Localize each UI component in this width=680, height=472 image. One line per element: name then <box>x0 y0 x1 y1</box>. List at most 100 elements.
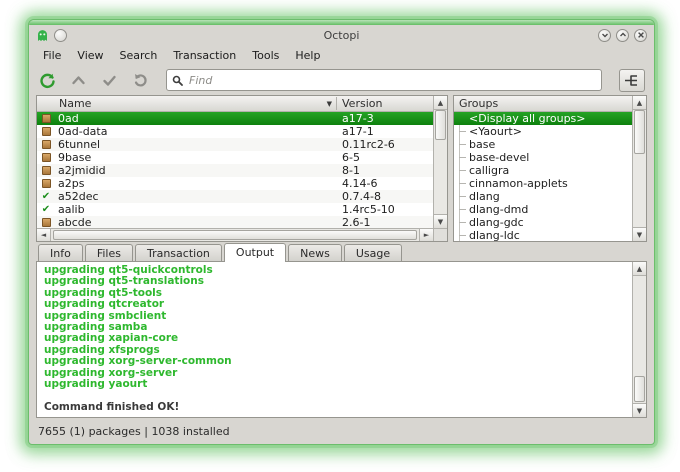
package-status-icon <box>41 140 51 150</box>
tab-news[interactable]: News <box>288 244 342 261</box>
package-name: abcde <box>58 216 337 228</box>
group-item[interactable]: dlang-dmd <box>454 203 632 216</box>
installed-check-icon: ✔ <box>41 192 51 202</box>
table-vertical-scrollbar[interactable]: ▲ ▼ <box>433 96 447 228</box>
group-item[interactable]: cinnamon-applets <box>454 177 632 190</box>
group-item[interactable]: base <box>454 138 632 151</box>
group-item[interactable]: dlang <box>454 190 632 203</box>
menu-item-search[interactable]: Search <box>112 47 166 64</box>
find-input[interactable] <box>187 73 596 88</box>
scrollbar-thumb[interactable] <box>435 110 446 140</box>
table-row[interactable]: 9base 6-5 <box>37 151 433 164</box>
table-row[interactable]: 0ad a17-3 <box>37 112 433 125</box>
scroll-down-button[interactable]: ▼ <box>633 403 646 417</box>
menu-item-help[interactable]: Help <box>287 47 328 64</box>
rollback-transaction-button[interactable] <box>131 71 149 89</box>
find-box[interactable] <box>166 69 602 91</box>
package-status-icon <box>41 218 51 228</box>
table-row[interactable]: 0ad-data a17-1 <box>37 125 433 138</box>
toolbar <box>29 65 654 95</box>
package-name: aalib <box>58 203 337 216</box>
group-label: dlang <box>469 190 500 203</box>
package-rows: 0ad a17-3 0ad-data a17-1 6tunnel 0.11rc2… <box>37 112 433 228</box>
group-label: cinnamon-applets <box>469 177 568 190</box>
sync-database-button[interactable] <box>38 71 56 89</box>
scrollbar-thumb[interactable] <box>53 230 417 240</box>
group-item[interactable]: <Display all groups> <box>454 112 632 125</box>
package-version: 0.7.4-8 <box>337 190 433 203</box>
group-label: base-devel <box>469 151 529 164</box>
group-tree-icon <box>625 74 640 87</box>
group-label: dlang-dmd <box>469 203 528 216</box>
close-button[interactable] <box>634 29 647 42</box>
close-icon <box>637 31 645 39</box>
menu-item-transaction[interactable]: Transaction <box>165 47 244 64</box>
output-pane: upgrading qt5-quickcontrolsupgrading qt5… <box>36 261 647 418</box>
check-icon <box>102 73 117 88</box>
chevron-up-icon <box>71 73 86 88</box>
package-status-icon <box>41 166 51 176</box>
tab-usage[interactable]: Usage <box>344 244 402 261</box>
group-item[interactable]: calligra <box>454 164 632 177</box>
scroll-left-button[interactable]: ◄ <box>37 229 51 241</box>
package-name: a52dec <box>58 190 337 203</box>
table-row[interactable]: a2ps 4.14-6 <box>37 177 433 190</box>
minimize-button[interactable] <box>598 29 611 42</box>
output-line: upgrading qtcreator <box>44 299 625 310</box>
package-name: 6tunnel <box>58 138 337 151</box>
scrollbar-thumb[interactable] <box>634 376 645 402</box>
output-content[interactable]: upgrading qt5-quickcontrolsupgrading qt5… <box>37 262 632 417</box>
window-menu-button[interactable] <box>54 29 67 42</box>
toggle-groups-button[interactable] <box>619 69 645 92</box>
output-vertical-scrollbar[interactable]: ▲ ▼ <box>632 262 646 417</box>
column-header-name[interactable]: Name ▼ <box>37 97 337 110</box>
chevron-down-icon <box>601 31 609 39</box>
scrollbar-thumb[interactable] <box>634 110 645 154</box>
table-horizontal-scrollbar[interactable]: ◄ ► <box>37 228 433 241</box>
maximize-button[interactable] <box>616 29 629 42</box>
group-item[interactable]: base-devel <box>454 151 632 164</box>
group-item[interactable]: <Yaourt> <box>454 125 632 138</box>
window-title: Octopi <box>29 29 654 42</box>
octopi-logo-icon <box>36 29 49 42</box>
package-version: 6-5 <box>337 151 433 164</box>
groups-list: <Display all groups> <Yaourt> base base-… <box>454 112 632 241</box>
tab-info[interactable]: Info <box>38 244 83 261</box>
scroll-up-button[interactable]: ▲ <box>434 96 447 110</box>
package-name: 0ad <box>58 112 337 125</box>
table-row[interactable]: a2jmidid 8-1 <box>37 164 433 177</box>
package-status-icon <box>41 153 51 163</box>
commit-transaction-button[interactable] <box>100 71 118 89</box>
menu-item-file[interactable]: File <box>35 47 69 64</box>
table-row[interactable]: abcde 2.6-1 <box>37 216 433 228</box>
table-row[interactable]: ✔ a52dec 0.7.4-8 <box>37 190 433 203</box>
tab-files[interactable]: Files <box>85 244 133 261</box>
scroll-down-button[interactable]: ▼ <box>633 227 646 241</box>
group-item[interactable]: dlang-ldc <box>454 229 632 241</box>
column-header-version[interactable]: Version <box>337 97 433 110</box>
tab-transaction[interactable]: Transaction <box>135 244 222 261</box>
menu-item-view[interactable]: View <box>69 47 111 64</box>
groups-header[interactable]: Groups <box>454 96 632 112</box>
group-item[interactable]: dlang-gdc <box>454 216 632 229</box>
scroll-up-button[interactable]: ▲ <box>633 96 646 110</box>
package-name: 0ad-data <box>58 125 337 138</box>
group-label: dlang-ldc <box>469 229 520 241</box>
table-row[interactable]: ✔ aalib 1.4rc5-10 <box>37 203 433 216</box>
package-box-icon <box>42 218 51 227</box>
scroll-right-button[interactable]: ► <box>419 229 433 241</box>
package-version: 0.11rc2-6 <box>337 138 433 151</box>
titlebar[interactable]: Octopi <box>29 25 654 45</box>
package-name: 9base <box>58 151 337 164</box>
package-box-icon <box>42 127 51 136</box>
groups-vertical-scrollbar[interactable]: ▲ ▼ <box>632 96 646 241</box>
table-row[interactable]: 6tunnel 0.11rc2-6 <box>37 138 433 151</box>
group-label: dlang-gdc <box>469 216 524 229</box>
scroll-down-button[interactable]: ▼ <box>434 214 447 228</box>
menu-item-tools[interactable]: Tools <box>244 47 287 64</box>
tab-output[interactable]: Output <box>224 243 286 262</box>
status-text: 7655 (1) packages | 1038 installed <box>38 425 230 438</box>
system-upgrade-button[interactable] <box>69 71 87 89</box>
scroll-up-button[interactable]: ▲ <box>633 262 646 276</box>
package-box-icon <box>42 179 51 188</box>
